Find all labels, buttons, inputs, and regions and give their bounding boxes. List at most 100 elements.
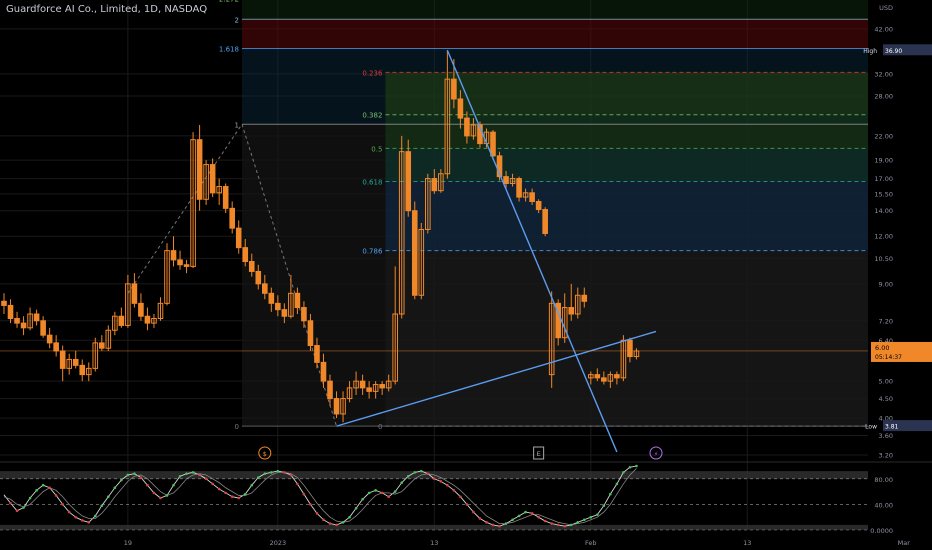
fib-zone: [385, 181, 868, 251]
osc-dot: [602, 504, 606, 507]
osc-dot: [354, 506, 358, 510]
last-price-value: 6.00: [875, 344, 889, 352]
axis-unit-label: USD: [879, 4, 893, 12]
price-tick-label: 10.50: [874, 255, 893, 263]
candle-body: [99, 342, 105, 349]
osc-tick-label: 40.00: [874, 501, 893, 509]
fib-label: 0: [378, 423, 382, 431]
osc-dot: [576, 521, 580, 524]
osc-dot: [491, 523, 495, 527]
osc-dot: [537, 515, 540, 519]
osc-tick-label: 80.00: [874, 476, 893, 484]
fib-label: 0.236: [362, 69, 383, 77]
price-tick-label: 9.00: [879, 280, 893, 288]
osc-dot: [335, 523, 338, 527]
osc-dot: [524, 510, 527, 514]
osc-dot: [139, 476, 143, 479]
price-tick-label: 28.00: [874, 92, 893, 100]
osc-dot: [230, 495, 234, 499]
candle-body: [14, 317, 20, 324]
osc-dot: [113, 486, 117, 490]
candle-body: [235, 227, 242, 249]
osc-dot: [159, 496, 162, 500]
osc-dot: [569, 523, 573, 527]
osc-dot: [224, 491, 227, 495]
fib-label: 1: [235, 121, 239, 129]
time-tick-label: 19: [124, 539, 132, 547]
osc-dot: [217, 487, 221, 491]
candle-body: [118, 315, 125, 326]
candle-body: [33, 313, 40, 322]
osc-dot: [433, 477, 436, 481]
candle-body: [59, 350, 66, 369]
osc-dot: [328, 522, 332, 525]
candle-body: [333, 398, 340, 415]
osc-dot: [563, 524, 567, 528]
price-tick-label: 3.20: [879, 452, 893, 460]
osc-dot: [589, 515, 593, 519]
osc-dot: [596, 513, 599, 516]
chart-title: Guardforce AI Co., Limited, 1D, NASDAQ: [6, 4, 208, 15]
candle-body: [281, 309, 288, 317]
candle-body: [248, 261, 255, 272]
candle-body: [359, 380, 366, 389]
fib-zone: [241, 19, 869, 49]
osc-dot: [426, 472, 430, 475]
candle-body: [601, 377, 607, 382]
candle-body: [451, 78, 457, 100]
candle-body: [307, 320, 314, 347]
price-chart[interactable]: 2.272 2 1.618 1 0 0.236 0.382 0.5 0.618 0.786 0 USD…: [0, 0, 932, 550]
event-marker-label: $: [263, 450, 267, 458]
candle-body: [614, 374, 620, 379]
price-tick-label: 4.50: [879, 395, 893, 403]
candle-body: [46, 334, 53, 344]
candle-body: [581, 294, 588, 302]
last-price-countdown: 05:14:37: [875, 354, 902, 361]
osc-dot: [289, 473, 293, 477]
price-tick-label: 19.00: [874, 157, 893, 165]
fib-label: 0: [235, 423, 239, 431]
candle-body: [568, 307, 575, 315]
candle-body: [529, 192, 535, 203]
time-tick-label: Feb: [585, 539, 597, 547]
candle-body: [229, 207, 235, 229]
low-badge-label: Low: [865, 424, 877, 431]
osc-dot: [263, 472, 267, 475]
fib-label: 0.382: [362, 112, 382, 120]
candle-body: [268, 292, 275, 304]
osc-dot: [543, 519, 547, 523]
candle-body: [490, 131, 496, 157]
price-axis-bg: [869, 0, 932, 550]
osc-dot: [485, 521, 488, 524]
price-tick-label: 12.00: [874, 233, 893, 241]
fib-label: 1.618: [219, 46, 239, 54]
osc-dot: [374, 489, 377, 492]
candle-body: [209, 164, 216, 194]
osc-dot: [315, 512, 319, 515]
candle-body: [72, 358, 79, 366]
osc-dot: [243, 492, 247, 496]
osc-dot: [452, 489, 456, 492]
candle-body: [542, 209, 548, 234]
candle-body: [222, 186, 229, 209]
osc-dot: [80, 519, 84, 522]
osc-dot: [28, 496, 32, 500]
candle-body: [320, 361, 327, 382]
candle-body: [1, 300, 7, 306]
osc-dot: [341, 521, 345, 524]
osc-dot: [504, 522, 508, 525]
osc-dot: [276, 469, 280, 473]
time-tick-label: 13: [430, 539, 438, 547]
osc-dot: [635, 464, 638, 468]
osc-dot: [126, 473, 130, 477]
osc-dot: [204, 477, 208, 481]
candle-body: [294, 292, 301, 309]
osc-dot: [133, 472, 136, 475]
osc-dot: [498, 524, 501, 528]
osc-dot: [165, 494, 169, 497]
osc-dot: [120, 478, 123, 482]
candle-body: [196, 139, 203, 200]
candle-body: [405, 151, 412, 212]
candle-body: [53, 342, 59, 352]
candle-body: [464, 117, 470, 137]
